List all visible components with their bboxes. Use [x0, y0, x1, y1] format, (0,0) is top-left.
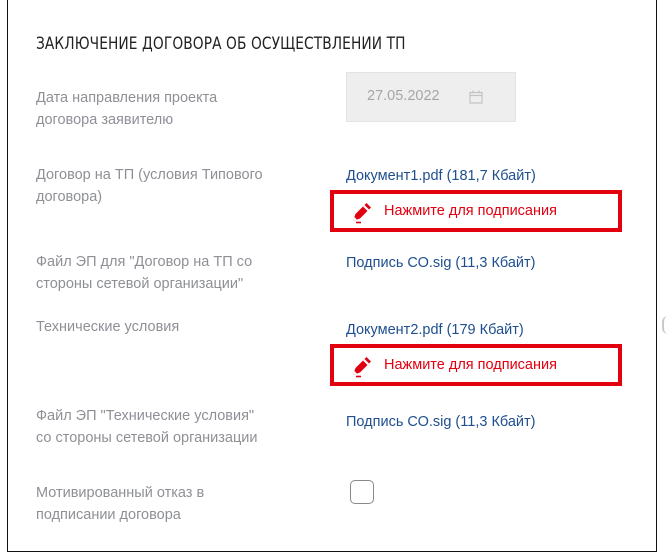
contract-sig-label: Файл ЭП для "Договор на ТП со стороны се… — [36, 251, 326, 295]
tech-conditions-label: Технические условия — [36, 319, 180, 335]
pen-icon — [353, 203, 371, 224]
contract-file-link[interactable]: Документ1.pdf (181,7 Кбайт) — [346, 168, 536, 184]
date-sent-field[interactable]: 27.05.2022 — [346, 72, 516, 122]
refusal-label: Мотивированный отказ в подписании догово… — [36, 482, 326, 526]
refusal-label-line1: Мотивированный отказ в — [36, 485, 205, 501]
tech-sig-label: Файл ЭП "Технические условия" со стороны… — [36, 405, 326, 449]
tech-sig-label-line2: со стороны сетевой организации — [36, 430, 258, 446]
refusal-checkbox[interactable] — [350, 480, 374, 504]
tech-conditions-sign-button[interactable]: Нажмите для подписания — [330, 344, 622, 386]
contract-section-panel: ЗАКЛЮЧЕНИЕ ДОГОВОРА ОБ ОСУЩЕСТВЛЕНИИ ТП … — [7, 0, 657, 552]
date-sent-label-line2: договора заявителю — [36, 112, 174, 128]
edge-indicator — [662, 316, 667, 334]
date-sent-label: Дата направления проекта договора заявит… — [36, 87, 326, 131]
contract-label-line1: Договор на ТП (условия Типового — [36, 167, 263, 183]
contract-sig-label-line1: Файл ЭП для "Договор на ТП со — [36, 254, 253, 270]
calendar-icon[interactable] — [469, 90, 483, 104]
date-sent-label-line1: Дата направления проекта — [36, 90, 218, 106]
refusal-label-line2: подписании договора — [36, 507, 181, 523]
tech-conditions-sign-label: Нажмите для подписания — [384, 357, 557, 373]
contract-sig-file-link[interactable]: Подпись СО.sig (11,3 Кбайт) — [346, 255, 536, 271]
contract-label-line2: договора) — [36, 189, 103, 205]
contract-sign-button[interactable]: Нажмите для подписания — [330, 190, 622, 232]
contract-label: Договор на ТП (условия Типового договора… — [36, 164, 326, 208]
tech-sig-file-link[interactable]: Подпись СО.sig (11,3 Кбайт) — [346, 414, 536, 430]
contract-sig-label-line2: стороны сетевой организации" — [36, 276, 244, 292]
section-title: ЗАКЛЮЧЕНИЕ ДОГОВОРА ОБ ОСУЩЕСТВЛЕНИИ ТП — [36, 34, 406, 54]
tech-sig-label-line1: Файл ЭП "Технические условия" — [36, 408, 255, 424]
pen-icon — [353, 357, 371, 378]
tech-conditions-file-link[interactable]: Документ2.pdf (179 Кбайт) — [346, 322, 524, 338]
date-sent-value: 27.05.2022 — [367, 88, 440, 104]
contract-sign-label: Нажмите для подписания — [384, 203, 557, 219]
